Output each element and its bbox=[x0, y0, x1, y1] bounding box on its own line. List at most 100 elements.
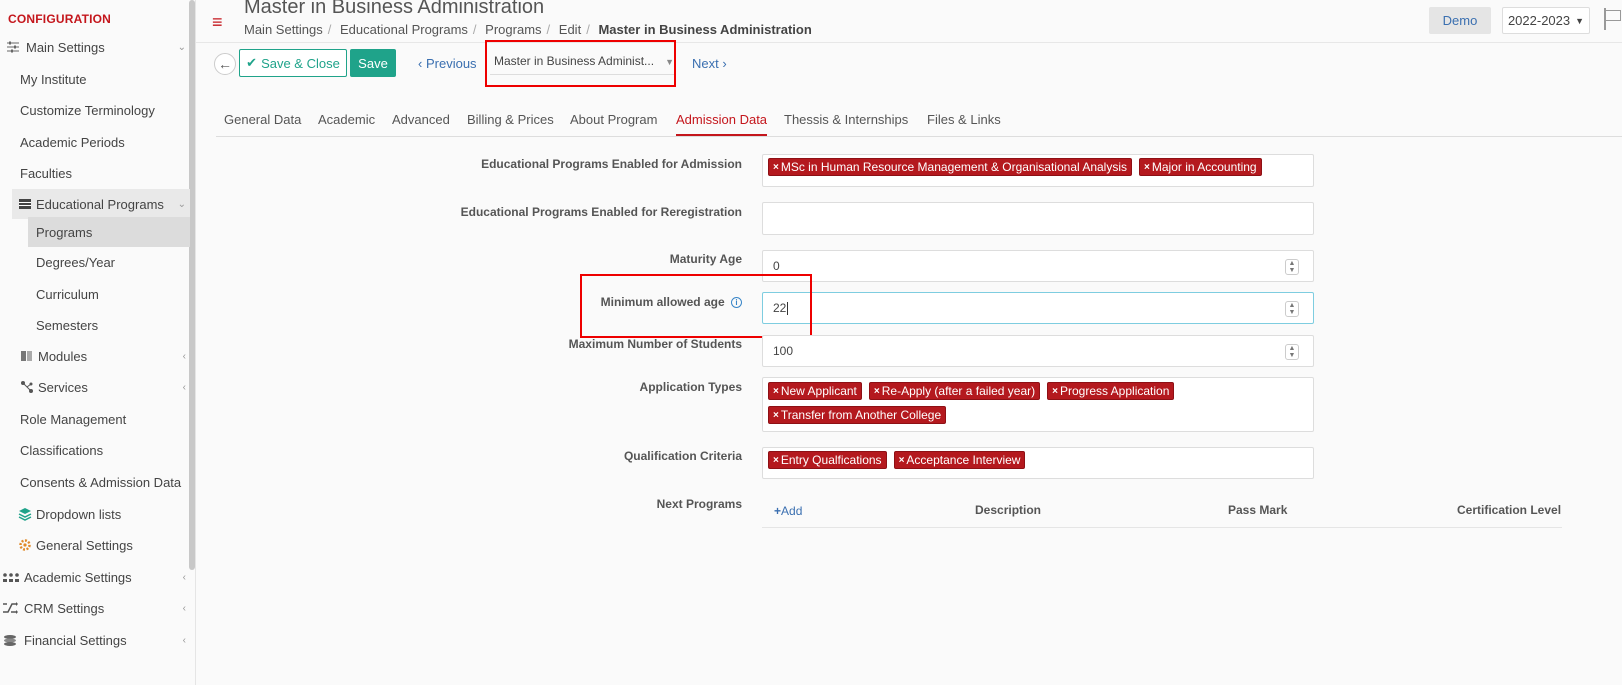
menu-toggle-icon[interactable]: ≡ bbox=[212, 12, 223, 33]
sidebar-item-curriculum[interactable]: Curriculum bbox=[0, 279, 190, 309]
remove-icon[interactable]: × bbox=[773, 162, 779, 173]
number-spinner[interactable]: ▲ ▼ bbox=[1285, 301, 1299, 317]
tab-admission-data[interactable]: Admission Data bbox=[676, 112, 768, 136]
tab-files-links[interactable]: Files & Links bbox=[927, 112, 1001, 127]
divider bbox=[762, 527, 1562, 528]
breadcrumb-link[interactable]: Main Settings bbox=[244, 22, 323, 37]
enabled-reregistration-label: Educational Programs Enabled for Reregis… bbox=[460, 205, 742, 219]
tag[interactable]: × Acceptance Interview bbox=[893, 451, 1026, 469]
flag-icon[interactable] bbox=[1604, 8, 1621, 30]
tab-thessis-internships[interactable]: Thessis & Internships bbox=[784, 112, 908, 127]
remove-icon[interactable]: × bbox=[1052, 386, 1058, 397]
tab-bar: General Data Academic Advanced Billing &… bbox=[216, 104, 1622, 137]
people-icon bbox=[2, 570, 20, 584]
sidebar-title: CONFIGURATION bbox=[8, 12, 112, 26]
previous-label: Previous bbox=[425, 56, 477, 71]
sidebar-item-degrees-year[interactable]: Degrees/Year bbox=[0, 247, 190, 277]
application-types-field[interactable]: × New Applicant × Re-Apply (after a failed … bbox=[762, 377, 1314, 432]
remove-icon[interactable]: × bbox=[773, 455, 779, 466]
qualification-label: Qualification Criteria bbox=[623, 449, 742, 463]
sidebar-item-crm-settings[interactable]: CRM Settings ‹ bbox=[0, 593, 190, 623]
sidebar-item-my-institute[interactable]: My Institute bbox=[0, 64, 190, 94]
sidebar-item-semesters[interactable]: Semesters bbox=[0, 310, 190, 340]
sidebar-item-services[interactable]: Services ‹ bbox=[0, 372, 190, 402]
back-arrow-icon[interactable]: ← bbox=[214, 53, 236, 75]
sidebar-item-label: Role Management bbox=[20, 411, 127, 427]
sidebar-item-general-settings[interactable]: General Settings bbox=[0, 530, 190, 560]
sidebar-item-modules[interactable]: Modules ‹ bbox=[0, 341, 190, 371]
sidebar-item-main-settings[interactable]: Main Settings ⌄ bbox=[0, 32, 190, 62]
sidebar-item-label: Customize Terminology bbox=[20, 102, 155, 118]
add-label: Add bbox=[781, 504, 803, 518]
breadcrumb-link[interactable]: Educational Programs bbox=[340, 22, 468, 37]
tag[interactable]: × Progress Application bbox=[1047, 382, 1175, 400]
enabled-reregistration-field[interactable] bbox=[762, 202, 1314, 235]
layers-icon bbox=[18, 507, 32, 521]
tab-billing-prices[interactable]: Billing & Prices bbox=[467, 112, 554, 127]
tag[interactable]: × Re-Apply (after a failed year) bbox=[868, 382, 1041, 400]
sidebar-item-educational-programs[interactable]: Educational Programs ⌄ bbox=[12, 189, 190, 219]
tag[interactable]: × MSc in Human Resource Management & Orga… bbox=[768, 158, 1133, 176]
tag-label: Transfer from Another College bbox=[780, 408, 942, 422]
min-age-input[interactable]: 22 ▲ ▼ bbox=[762, 292, 1314, 324]
save-button[interactable]: Save bbox=[350, 49, 396, 77]
sidebar-item-programs[interactable]: Programs bbox=[28, 217, 190, 247]
sidebar-item-classifications[interactable]: Classifications bbox=[0, 435, 190, 465]
breadcrumb-link[interactable]: Edit bbox=[559, 22, 581, 37]
save-close-label: Save & Close bbox=[261, 55, 340, 71]
tab-about-program[interactable]: About Program bbox=[570, 112, 657, 127]
sidebar-item-label: Educational Programs bbox=[36, 196, 164, 212]
next-button[interactable]: Next › bbox=[692, 56, 727, 71]
number-spinner[interactable]: ▲ ▼ bbox=[1285, 344, 1299, 360]
chevron-left-icon: ‹ bbox=[182, 350, 186, 362]
tab-advanced[interactable]: Advanced bbox=[392, 112, 450, 127]
sidebar-item-financial-settings[interactable]: Financial Settings ‹ bbox=[0, 625, 190, 655]
enabled-admission-field[interactable]: × MSc in Human Resource Management & Orga… bbox=[762, 154, 1314, 187]
chevron-down-icon: ⌄ bbox=[177, 41, 186, 53]
highlight-box bbox=[580, 274, 812, 338]
number-spinner[interactable]: ▲ ▼ bbox=[1285, 259, 1299, 275]
sidebar-item-faculties[interactable]: Faculties bbox=[0, 158, 190, 188]
max-students-input[interactable]: 100 ▲ ▼ bbox=[762, 335, 1314, 367]
remove-icon[interactable]: × bbox=[899, 455, 905, 466]
sidebar-item-dropdown-lists[interactable]: Dropdown lists bbox=[0, 499, 190, 529]
sidebar-item-academic-settings[interactable]: Academic Settings ‹ bbox=[0, 562, 190, 592]
coins-icon bbox=[2, 633, 20, 647]
sidebar-item-consents-admission-data[interactable]: Consents & Admission Data bbox=[0, 467, 190, 497]
sidebar-item-customize-terminology[interactable]: Customize Terminology bbox=[0, 95, 190, 125]
remove-icon[interactable]: × bbox=[773, 410, 779, 421]
save-close-button[interactable]: ✔ Save & Close bbox=[239, 49, 347, 77]
chevron-down-icon: ⌄ bbox=[177, 198, 186, 210]
sliders-icon bbox=[6, 40, 20, 54]
highlight-box bbox=[485, 40, 676, 87]
tab-general-data[interactable]: General Data bbox=[224, 112, 301, 127]
previous-button[interactable]: ‹ Previous bbox=[418, 56, 477, 71]
page-title: Master in Business Administration bbox=[244, 0, 545, 18]
academic-year-dropdown[interactable]: 2022-2023 ▼ bbox=[1502, 7, 1590, 34]
max-students-label: Maximum Number of Students bbox=[568, 337, 742, 351]
sidebar-item-label: Programs bbox=[36, 224, 93, 240]
remove-icon[interactable]: × bbox=[874, 386, 880, 397]
caret-down-icon: ▼ bbox=[1575, 15, 1585, 26]
qualification-field[interactable]: × Entry Qualfications × Acceptance Intervie… bbox=[762, 447, 1314, 479]
tab-academic[interactable]: Academic bbox=[318, 112, 375, 127]
tag[interactable]: × New Applicant bbox=[768, 382, 862, 400]
chevron-left-icon: ‹ bbox=[418, 56, 423, 71]
plus-icon: + bbox=[774, 504, 782, 518]
breadcrumb-current: Master in Business Administration bbox=[598, 22, 812, 37]
breadcrumb-link[interactable]: Programs bbox=[485, 22, 541, 37]
sidebar-item-label: My Institute bbox=[20, 71, 87, 87]
sidebar-item-label: Modules bbox=[38, 348, 88, 364]
sidebar-item-role-management[interactable]: Role Management bbox=[0, 404, 190, 434]
tag[interactable]: × Entry Qualfications bbox=[768, 451, 887, 469]
sidebar-item-academic-periods[interactable]: Academic Periods bbox=[0, 127, 190, 157]
maturity-age-input[interactable]: 0 ▲ ▼ bbox=[762, 250, 1314, 282]
check-icon: ✔ bbox=[246, 55, 258, 70]
tag[interactable]: × Transfer from Another College bbox=[768, 406, 947, 424]
demo-button[interactable]: Demo bbox=[1429, 7, 1491, 34]
add-next-program-button[interactable]: +Add bbox=[774, 504, 802, 518]
tag[interactable]: × Major in Accounting bbox=[1139, 158, 1262, 176]
remove-icon[interactable]: × bbox=[773, 386, 779, 397]
sidebar-item-label: Dropdown lists bbox=[36, 506, 122, 522]
remove-icon[interactable]: × bbox=[1144, 162, 1150, 173]
